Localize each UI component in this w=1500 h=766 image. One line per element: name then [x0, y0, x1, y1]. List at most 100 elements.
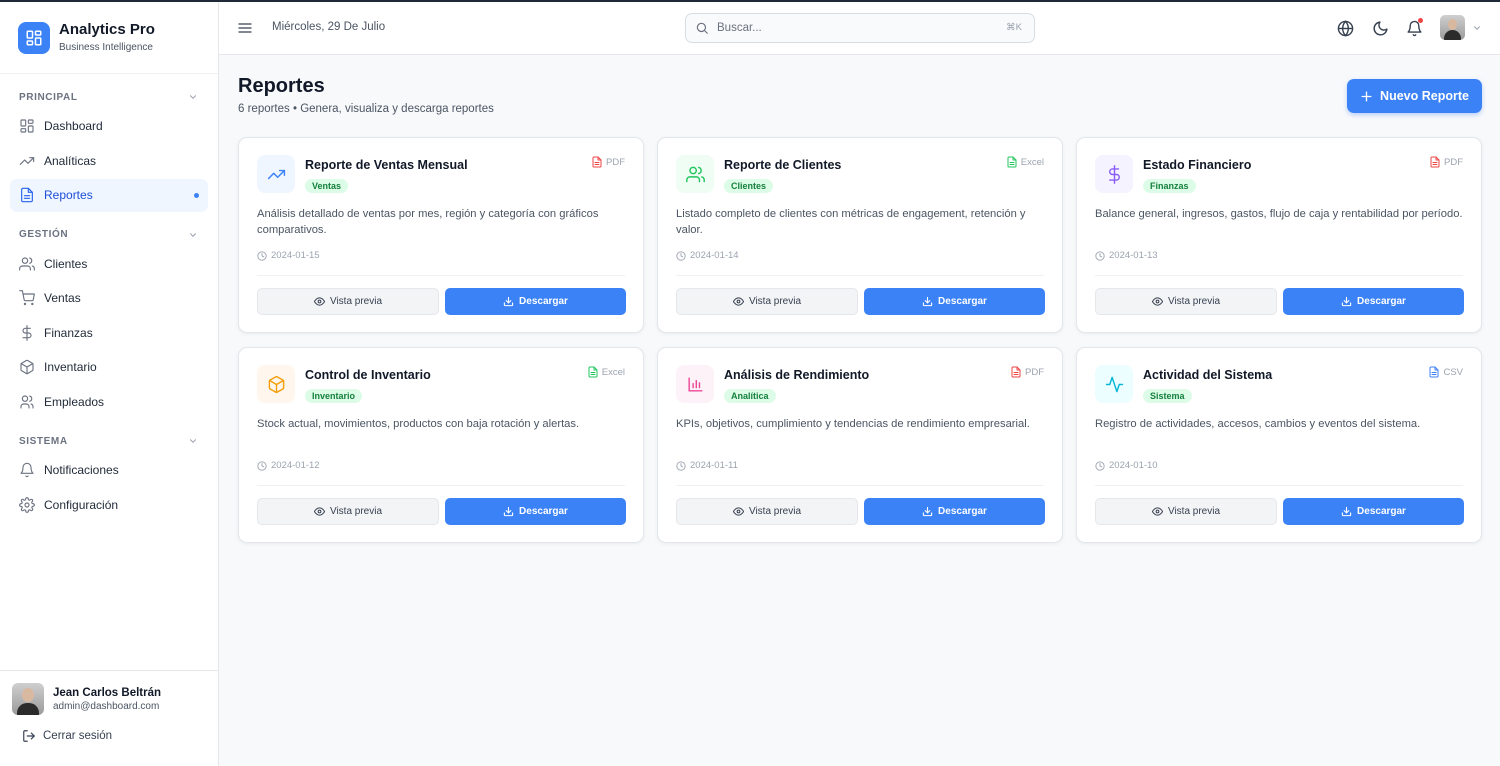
- sidebar-item-clientes[interactable]: Clientes: [10, 247, 208, 280]
- sidebar-item-reportes[interactable]: Reportes: [10, 178, 208, 212]
- file-icon: [1006, 156, 1021, 168]
- eye-icon: [732, 506, 749, 517]
- report-date-text: 2024-01-11: [690, 460, 738, 471]
- sidebar-item-label: Inventario: [44, 360, 97, 374]
- dollar-icon: [19, 324, 35, 341]
- report-card[interactable]: Actividad del Sistema Sistema CSV Regist…: [1076, 347, 1482, 543]
- download-button[interactable]: Descargar: [1283, 498, 1464, 525]
- chevron-down-icon[interactable]: [1472, 23, 1482, 33]
- sidebar-item-label: Clientes: [44, 256, 88, 271]
- clock-icon: [257, 250, 271, 261]
- card-divider: [676, 275, 1044, 276]
- card-divider: [257, 485, 625, 486]
- logout-button[interactable]: Cerrar sesión: [0, 715, 218, 743]
- preview-label: Vista previa: [1167, 506, 1221, 517]
- moon-icon: [1373, 21, 1388, 36]
- sidebar: Analytics Pro Business Intelligence PRIN…: [0, 2, 219, 766]
- download-icon: [922, 506, 938, 517]
- file-icon: [591, 156, 606, 168]
- user-name: Jean Carlos Beltrán: [53, 686, 162, 699]
- download-label: Descargar: [519, 506, 568, 517]
- preview-label: Vista previa: [1167, 296, 1221, 307]
- sidebar-item-configuracion[interactable]: Configuración: [10, 488, 208, 521]
- search-shortcut: ⌘K: [1006, 22, 1022, 33]
- nav-section-gestion[interactable]: GESTIÓN: [0, 224, 218, 246]
- download-button[interactable]: Descargar: [1283, 288, 1464, 315]
- sidebar-item-inventario[interactable]: Inventario: [10, 351, 208, 384]
- activity-icon: [1095, 365, 1133, 403]
- card-divider: [1095, 485, 1463, 486]
- eye-icon: [732, 296, 749, 307]
- report-date-text: 2024-01-10: [1109, 460, 1158, 471]
- download-button[interactable]: Descargar: [864, 288, 1045, 315]
- category-badge: Clientes: [724, 179, 774, 193]
- download-label: Descargar: [519, 296, 568, 307]
- download-button[interactable]: Descargar: [445, 288, 626, 315]
- sidebar-item-notificaciones[interactable]: Notificaciones: [10, 454, 208, 487]
- report-date: 2024-01-12: [257, 460, 320, 471]
- file-text-icon: [19, 187, 35, 203]
- file-icon: [1010, 366, 1025, 378]
- sidebar-item-analiticas[interactable]: Analíticas: [10, 144, 208, 177]
- report-title: Reporte de Clientes: [724, 158, 842, 172]
- sidebar-item-empleados[interactable]: Empleados: [10, 385, 208, 418]
- preview-button[interactable]: Vista previa: [257, 288, 439, 315]
- format-text: PDF: [606, 156, 625, 168]
- clock-icon: [257, 460, 271, 471]
- sidebar-item-ventas[interactable]: Ventas: [10, 282, 208, 315]
- download-label: Descargar: [1357, 506, 1406, 517]
- app-subtitle: Business Intelligence: [59, 42, 153, 53]
- file-icon: [1429, 156, 1444, 168]
- dollar-icon: [1095, 155, 1133, 193]
- report-card[interactable]: Análisis de Rendimiento Analítica PDF KP…: [657, 347, 1063, 543]
- brand[interactable]: Analytics Pro Business Intelligence: [0, 2, 218, 74]
- language-button[interactable]: [1337, 20, 1354, 37]
- menu-toggle-button[interactable]: [237, 20, 253, 36]
- report-card[interactable]: Reporte de Ventas Mensual Ventas PDF Aná…: [238, 137, 644, 333]
- sidebar-item-label: Analíticas: [44, 153, 97, 168]
- format-label: PDF: [591, 156, 625, 168]
- category-badge: Analítica: [724, 389, 776, 403]
- report-card[interactable]: Reporte de Clientes Clientes Excel Lista…: [657, 137, 1063, 333]
- eye-icon: [313, 296, 330, 307]
- new-report-button[interactable]: Nuevo Reporte: [1347, 79, 1482, 113]
- user-profile[interactable]: Jean Carlos Beltrán admin@dashboard.com: [0, 671, 218, 715]
- nav-section-sistema[interactable]: SISTEMA: [0, 430, 218, 452]
- clock-icon: [1095, 460, 1109, 471]
- preview-button[interactable]: Vista previa: [1095, 498, 1277, 525]
- cart-icon: [19, 290, 35, 306]
- report-card[interactable]: Estado Financiero Finanzas PDF Balance g…: [1076, 137, 1482, 333]
- dashboard-logo-icon: [18, 21, 50, 54]
- bell-icon: [19, 462, 35, 478]
- search-box[interactable]: ⌘K: [685, 13, 1035, 43]
- download-button[interactable]: Descargar: [864, 498, 1045, 525]
- report-date: 2024-01-13: [1095, 250, 1158, 261]
- preview-button[interactable]: Vista previa: [676, 288, 858, 315]
- report-title: Reporte de Ventas Mensual: [305, 158, 468, 172]
- format-label: CSV: [1428, 366, 1463, 378]
- report-date-text: 2024-01-14: [690, 250, 739, 261]
- sidebar-item-finanzas[interactable]: Finanzas: [10, 316, 208, 349]
- sidebar-item-label: Reportes: [44, 188, 93, 202]
- globe-icon: [1337, 20, 1354, 37]
- preview-label: Vista previa: [748, 506, 802, 517]
- theme-toggle-button[interactable]: [1372, 20, 1389, 37]
- plus-icon: [1361, 90, 1372, 102]
- preview-button[interactable]: Vista previa: [1095, 288, 1277, 315]
- report-title: Análisis de Rendimiento: [724, 368, 870, 382]
- report-date: 2024-01-15: [257, 250, 320, 261]
- page-subtitle: 6 reportes • Genera, visualiza y descarg…: [238, 103, 494, 115]
- nav-section-principal[interactable]: PRINCIPAL: [0, 86, 218, 108]
- report-card[interactable]: Control de Inventario Inventario Excel S…: [238, 347, 644, 543]
- preview-button[interactable]: Vista previa: [676, 498, 858, 525]
- preview-label: Vista previa: [748, 296, 802, 307]
- sidebar-item-dashboard[interactable]: Dashboard: [10, 110, 208, 143]
- preview-button[interactable]: Vista previa: [257, 498, 439, 525]
- logout-label: Cerrar sesión: [43, 730, 113, 742]
- report-date: 2024-01-11: [676, 460, 738, 471]
- user-avatar-button[interactable]: [1440, 15, 1465, 40]
- top-header: Miércoles, 29 De Julio ⌘K: [219, 2, 1500, 55]
- search-input[interactable]: [717, 22, 987, 34]
- download-button[interactable]: Descargar: [445, 498, 626, 525]
- format-text: CSV: [1443, 366, 1463, 378]
